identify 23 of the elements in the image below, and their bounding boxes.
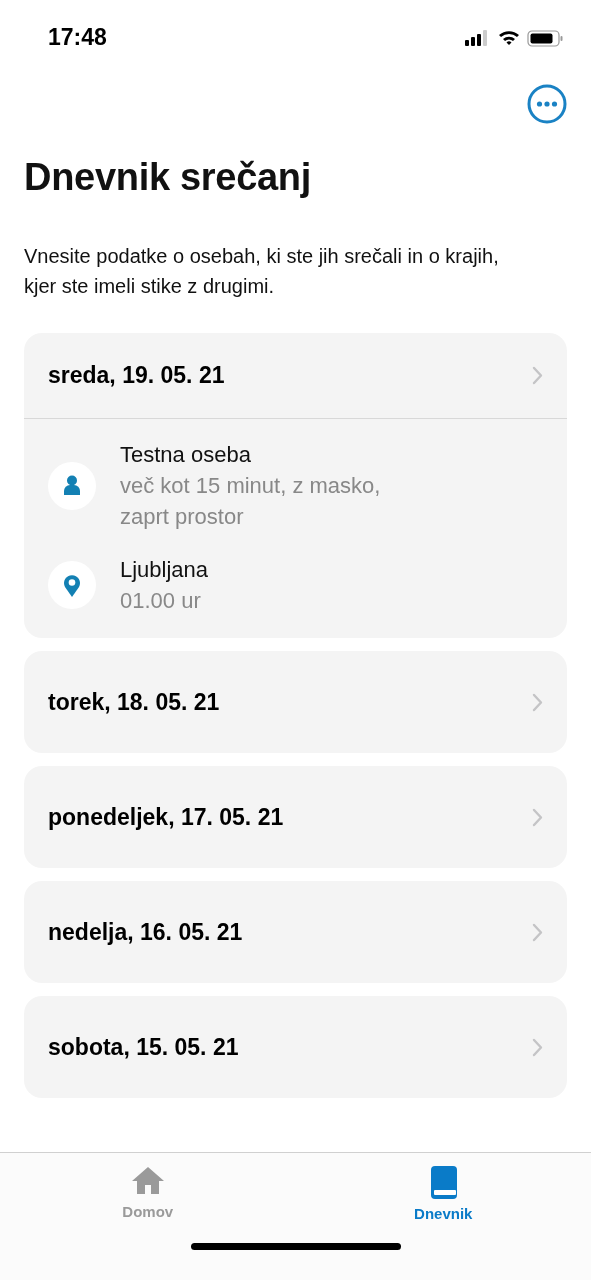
chevron-icon [532,366,543,385]
page-title: Dnevnik srečanj [24,156,312,199]
chevron-icon [532,807,543,827]
wifi-icon [498,30,520,46]
chevron-icon [532,1037,543,1057]
entry-detail: 01.00 ur [120,587,202,615]
chevron-icon [532,922,543,942]
status-time: 17:48 [48,23,107,51]
chevron-icon [532,692,543,712]
day-row[interactable]: sreda, 19. 05. 21 [24,333,567,419]
entry-detail: več kot 15 minut, z masko, zaprt prostor [120,472,382,531]
person-icon [48,461,96,510]
entry-title: Testna oseba [120,441,252,469]
day-row[interactable]: ponedeljek, 17. 05. 21 [24,766,567,868]
entry-title: Ljubljana [120,556,209,584]
tab-item[interactable]: Dnevnik [295,1153,591,1223]
day-row[interactable]: torek, 18. 05. 21 [24,651,567,753]
battery-icon [527,29,563,47]
day-row[interactable]: nedelja, 16. 05. 21 [24,881,567,983]
day-row[interactable]: sobota, 15. 05. 21 [24,996,567,1098]
location-pin-icon [48,561,96,609]
description-text: Vnesite podatke o osebah, ki ste jih srečali in o krajih, kjer ste imeli stike z drugimi. [24,244,500,299]
more-button[interactable] [527,84,567,124]
